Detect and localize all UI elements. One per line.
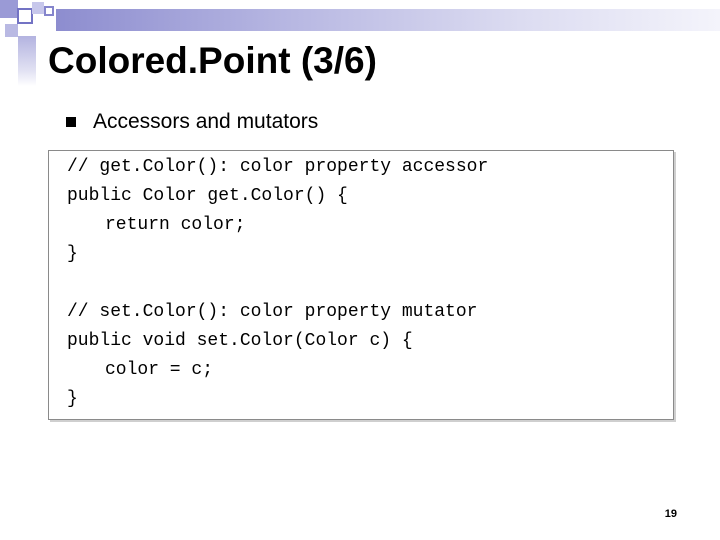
bullet-item: Accessors and mutators xyxy=(66,108,318,136)
slide-title: Colored.Point (3/6) xyxy=(48,40,377,81)
decorative-square-icon xyxy=(32,2,44,14)
code-line: } xyxy=(67,389,78,409)
decorative-square-icon xyxy=(17,8,33,24)
decorative-square-icon xyxy=(0,0,18,18)
page-number: 19 xyxy=(664,508,677,520)
code-line: // get.Color(): color property accessor xyxy=(67,157,489,177)
code-line: } xyxy=(67,244,78,264)
decorative-square-icon xyxy=(5,24,18,37)
code-line: // set.Color(): color property mutator xyxy=(67,302,478,322)
square-bullet-icon xyxy=(66,117,76,127)
code-line: public void set.Color(Color c) { xyxy=(67,331,413,351)
header-decoration-bar xyxy=(56,9,720,31)
decorative-square-icon xyxy=(44,6,54,16)
code-block: // get.Color(): color property accessor … xyxy=(48,150,674,420)
side-decoration-bar xyxy=(18,36,36,86)
code-line: public Color get.Color() { xyxy=(67,186,348,206)
code-line: return color; xyxy=(105,215,246,235)
code-line: color = c; xyxy=(105,360,214,380)
bullet-text: Accessors and mutators xyxy=(93,110,319,133)
